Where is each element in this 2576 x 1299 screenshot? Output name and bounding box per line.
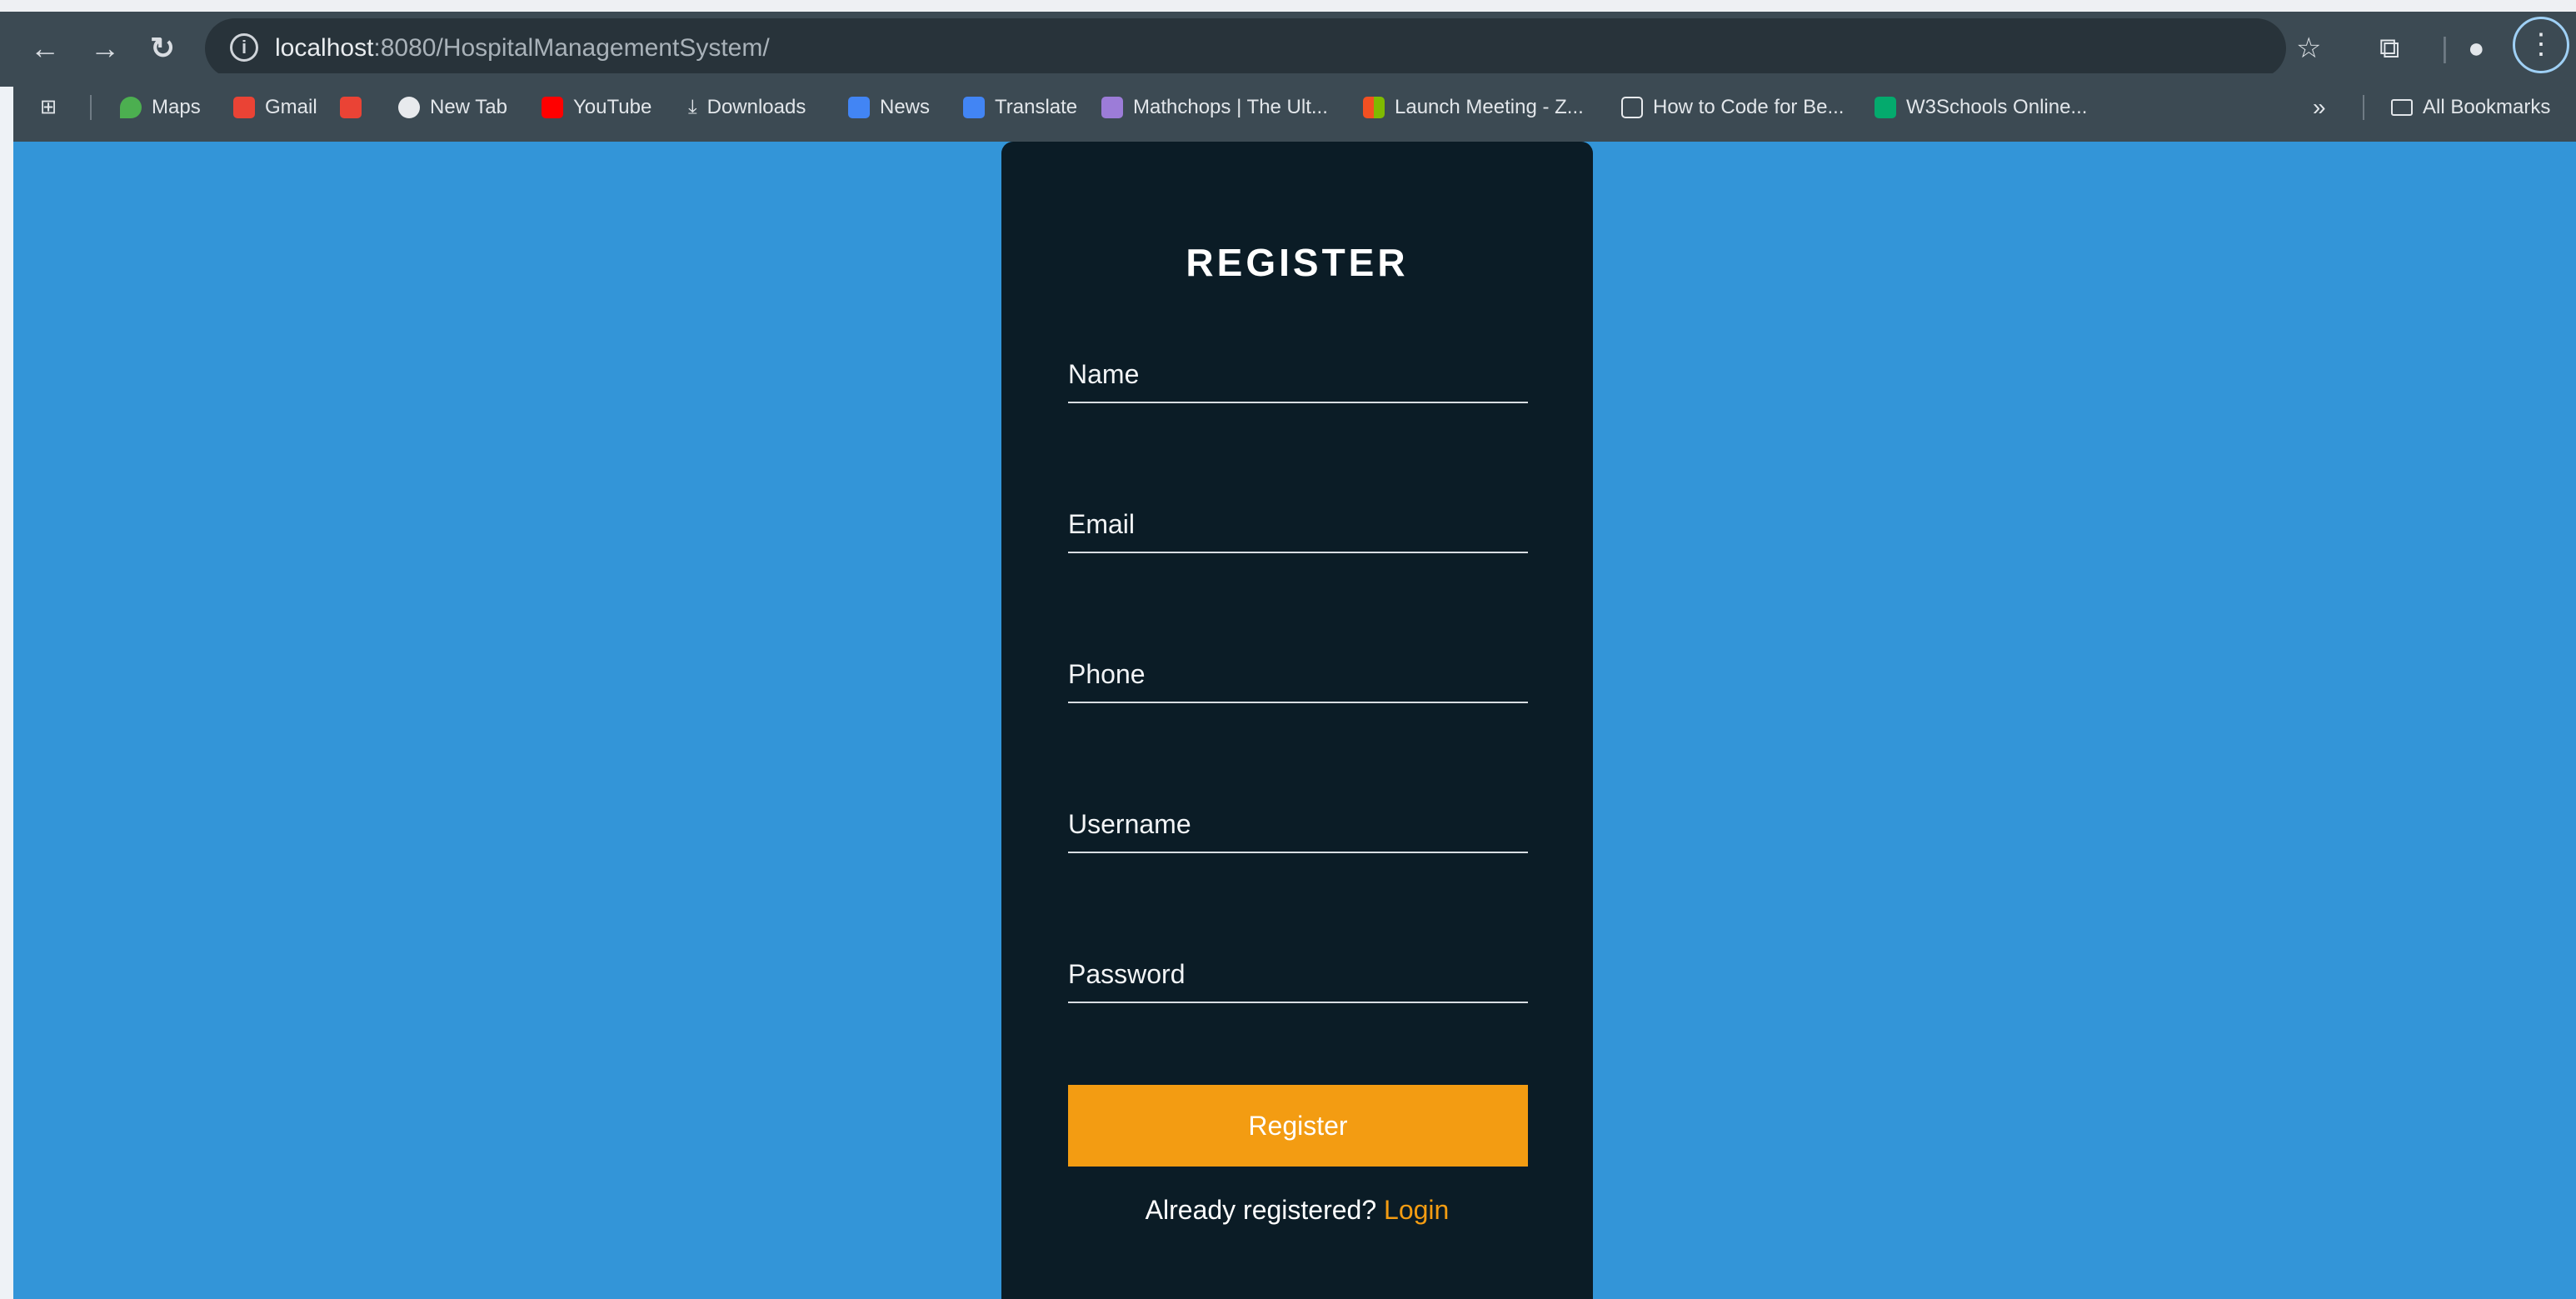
folder-icon (2391, 99, 2413, 116)
profile-icon[interactable]: ● (2468, 23, 2485, 73)
star-icon[interactable]: ☆ (2296, 23, 2321, 73)
reload-icon[interactable]: ↻ (150, 23, 175, 73)
bookmark-maps[interactable]: Maps (120, 73, 201, 142)
bookmarks-divider (2363, 95, 2364, 120)
menu-icon[interactable]: ⋮ (2513, 17, 2569, 73)
login-prompt: Already registered? Login (1001, 1195, 1593, 1226)
bookmark-gmail[interactable]: Gmail (233, 73, 317, 142)
name-field[interactable]: Name (1068, 355, 1528, 403)
back-icon[interactable]: ← (30, 23, 60, 73)
globe-icon (398, 97, 420, 118)
register-card: REGISTER Name Email Phone Username Passw… (1001, 142, 1593, 1299)
bookmark-downloads[interactable]: ⤓ Downloads (688, 73, 806, 142)
page-edge (0, 87, 13, 1299)
mathchops-icon (1101, 97, 1123, 118)
forward-icon[interactable]: → (90, 23, 120, 73)
gmail-icon (233, 97, 255, 118)
email-label: Email (1068, 509, 1136, 539)
address-bar[interactable]: i localhost:8080/HospitalManagementSyste… (205, 18, 2286, 78)
news-icon (848, 97, 870, 118)
bookmarks-overflow-button[interactable]: » (2313, 73, 2326, 142)
register-button[interactable]: Register (1068, 1085, 1528, 1167)
bookmark-launch-meeting[interactable]: Launch Meeting - Z... (1363, 73, 1584, 142)
login-prompt-text: Already registered? (1145, 1195, 1377, 1225)
extensions-icon[interactable]: ⧉ (2379, 23, 2399, 73)
bookmark-w3schools[interactable]: W3Schools Online... (1875, 73, 2087, 142)
bookmark-how-to-code[interactable]: How to Code for Be... (1621, 73, 1844, 142)
email-field[interactable]: Email (1068, 505, 1528, 553)
microsoft-icon (1363, 97, 1385, 118)
bookmarks-divider (90, 95, 92, 120)
translate-icon (963, 97, 985, 118)
bookmark-mathchops[interactable]: Mathchops | The Ult... (1101, 73, 1328, 142)
phone-field[interactable]: Phone (1068, 655, 1528, 703)
bookmark-new-tab[interactable]: New Tab (398, 73, 507, 142)
youtube-icon (542, 97, 563, 118)
bookmark-gmail-2[interactable] (340, 73, 372, 142)
bookmark-page-icon (1621, 97, 1643, 118)
toolbar-divider: | (2441, 32, 2449, 64)
username-label: Username (1068, 809, 1191, 839)
apps-grid-icon[interactable]: ⊞ (40, 73, 57, 142)
url-text[interactable]: localhost:8080/HospitalManagementSystem/ (275, 18, 770, 78)
site-info-icon[interactable]: i (230, 33, 258, 62)
bookmarks-bar: ⊞ Maps Gmail New Tab YouTube ⤓ Downloads … (0, 73, 2576, 142)
login-link[interactable]: Login (1384, 1195, 1449, 1225)
username-field[interactable]: Username (1068, 805, 1528, 853)
w3schools-icon (1875, 97, 1896, 118)
bookmark-youtube[interactable]: YouTube (542, 73, 651, 142)
maps-icon (120, 97, 142, 118)
gmail-icon (340, 97, 362, 118)
download-icon: ⤓ (688, 96, 697, 118)
register-title: REGISTER (1186, 241, 1409, 284)
bookmark-news[interactable]: News (848, 73, 930, 142)
phone-label: Phone (1068, 659, 1146, 689)
bookmark-translate[interactable]: Translate (963, 73, 1077, 142)
all-bookmarks-button[interactable]: All Bookmarks (2391, 73, 2550, 142)
name-label: Name (1068, 359, 1140, 389)
password-field[interactable]: Password (1068, 955, 1528, 1003)
password-label: Password (1068, 959, 1186, 989)
